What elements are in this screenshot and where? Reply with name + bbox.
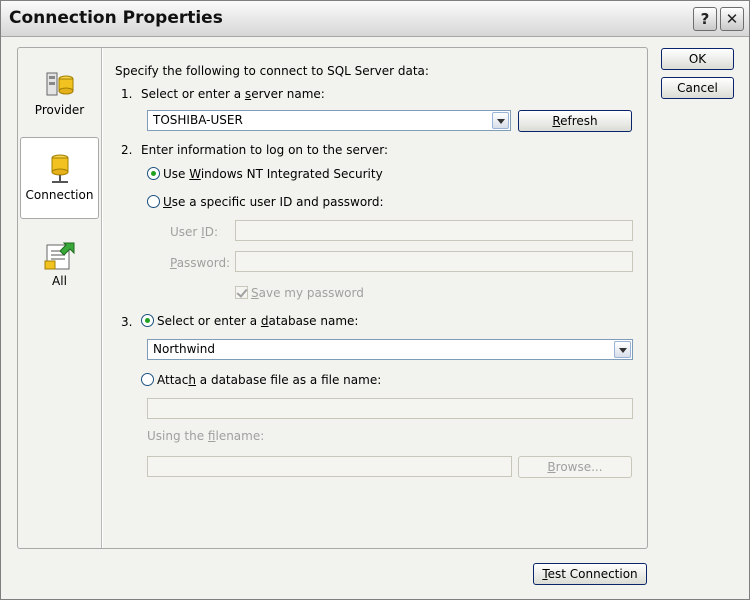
sidebar-item-all[interactable]: All — [20, 237, 99, 319]
browse-button[interactable]: Browse... — [518, 456, 632, 478]
sidebar-item-provider[interactable]: Provider — [20, 63, 99, 145]
user-id-label: User ID: — [170, 225, 219, 239]
sql-auth-label[interactable]: Use a specific user ID and password: — [163, 195, 384, 209]
server-name-label: Select or enter a server name: — [141, 87, 325, 101]
select-database-radio[interactable] — [141, 314, 154, 327]
connection-icon — [51, 154, 68, 183]
windows-auth-label[interactable]: Use Windows NT Integrated Security — [163, 167, 383, 181]
test-connection-button[interactable]: Test Connection — [533, 563, 647, 585]
sidebar-divider — [101, 48, 103, 548]
chevron-down-icon[interactable] — [614, 341, 631, 358]
logical-name-label: Using the filename: — [147, 429, 265, 443]
select-database-label[interactable]: Select or enter a database name: — [157, 314, 358, 328]
intro-text: Specify the following to connect to SQL … — [115, 64, 429, 78]
logon-label: Enter information to log on to the serve… — [141, 143, 389, 157]
sidebar-item-connection[interactable]: Connection — [20, 137, 99, 219]
provider-icon — [46, 72, 73, 96]
database-name-value: Northwind — [153, 342, 215, 356]
sidebar-item-label: Connection — [25, 188, 94, 202]
save-password-label[interactable]: Save my password — [251, 286, 364, 300]
server-name-value: TOSHIBA-USER — [153, 113, 243, 127]
cancel-button[interactable]: Cancel — [661, 77, 734, 99]
password-label: Password: — [170, 256, 231, 270]
step2-number: 2. — [121, 143, 133, 157]
dialog-title: Connection Properties — [9, 8, 223, 28]
database-file-input[interactable] — [147, 398, 633, 419]
ok-button[interactable]: OK — [661, 48, 734, 70]
refresh-button[interactable]: Refresh — [518, 110, 632, 132]
help-button[interactable]: ? — [693, 7, 717, 31]
close-button[interactable]: ✕ — [720, 7, 744, 31]
windows-auth-radio[interactable] — [147, 167, 160, 180]
logical-name-input[interactable] — [147, 456, 512, 477]
server-name-combobox[interactable]: TOSHIBA-USER — [147, 110, 511, 131]
chevron-down-icon[interactable] — [492, 112, 509, 129]
connection-properties-dialog: Connection Properties ? ✕ Provider Conne… — [0, 0, 750, 600]
attach-file-radio[interactable] — [141, 373, 154, 386]
step1-number: 1. — [121, 87, 133, 101]
sidebar-item-label: Provider — [34, 103, 85, 117]
save-password-checkbox[interactable] — [235, 286, 248, 299]
title-bar[interactable]: Connection Properties ? ✕ — [1, 1, 749, 37]
sidebar-item-label: All — [52, 274, 67, 288]
database-name-combobox[interactable]: Northwind — [147, 339, 633, 360]
step3-number: 3. — [121, 315, 133, 329]
sql-auth-radio[interactable] — [147, 195, 160, 208]
user-id-input[interactable] — [235, 220, 633, 241]
all-icon — [44, 242, 74, 270]
password-input[interactable] — [235, 251, 633, 272]
attach-file-label[interactable]: Attach a database file as a file name: — [157, 373, 381, 387]
